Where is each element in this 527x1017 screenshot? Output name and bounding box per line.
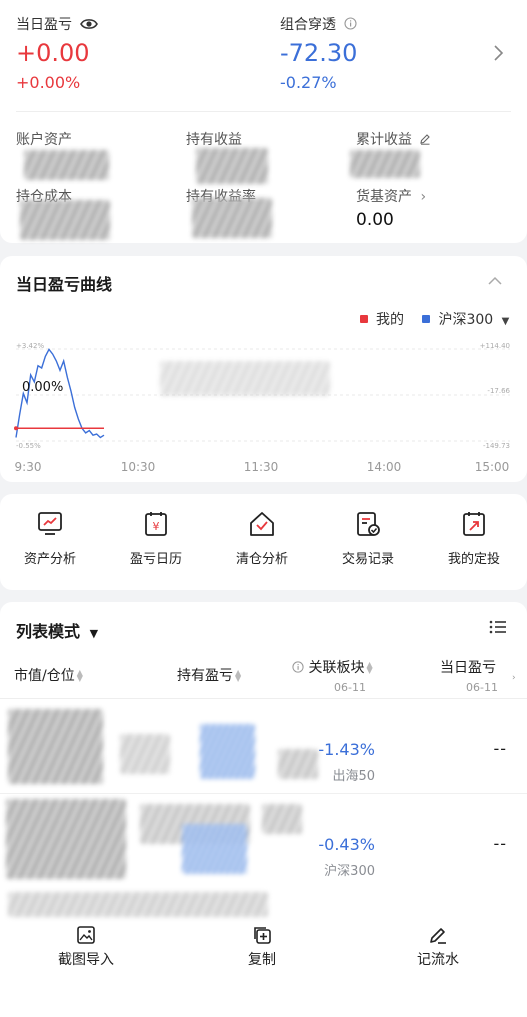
y-tick-right: -17.66 xyxy=(487,387,510,395)
col-today-pl[interactable]: 当日盈亏 › 06-11 xyxy=(440,657,516,694)
legend-swatch-mine xyxy=(360,315,368,323)
money-fund-label[interactable]: 货基资产 › xyxy=(356,186,426,206)
y-tick-right: +114.40 xyxy=(480,342,510,350)
sort-icon: ▲ ▼ xyxy=(366,660,373,675)
scroll-right-icon[interactable]: › xyxy=(512,673,516,683)
redacted-value xyxy=(120,734,170,774)
redacted-value xyxy=(24,150,109,180)
summary-card: 当日盈亏 +0.00 +0.00% 组合穿透 -72.30 -0.27% 账户资… xyxy=(0,0,527,243)
redacted-value xyxy=(20,200,110,240)
redacted-value xyxy=(196,148,268,184)
tool-label: 交易记录 xyxy=(341,552,394,567)
money-fund-value: 0.00 xyxy=(356,210,394,230)
tool-label: 盈亏日历 xyxy=(129,552,182,567)
tool-clearance-analysis[interactable]: 清仓分析 xyxy=(212,510,312,567)
info-icon[interactable] xyxy=(344,17,358,30)
redacted-value xyxy=(6,799,126,879)
divider xyxy=(16,111,511,112)
record-flow-button[interactable]: 记流水 xyxy=(378,925,498,969)
redacted-value xyxy=(350,150,420,178)
series-point-mine xyxy=(14,426,18,431)
redacted-value xyxy=(200,724,255,779)
today-pl-label: 当日盈亏 xyxy=(16,14,99,34)
list-settings-icon[interactable] xyxy=(489,620,507,634)
svg-text:¥: ¥ xyxy=(153,520,160,533)
sector-name: 沪深300 xyxy=(324,864,375,879)
today-pl-value: +0.00 xyxy=(16,39,90,67)
legend: 我的 沪深300 ▼ xyxy=(360,309,509,329)
tool-pl-calendar[interactable]: ¥ 盈亏日历 xyxy=(106,510,206,567)
y-tick-left: +3.42% xyxy=(16,342,44,350)
x-tick: 14:00 xyxy=(367,460,402,474)
table-row[interactable]: -1.43% 出海50 -- xyxy=(0,699,527,793)
tool-label: 资产分析 xyxy=(23,552,76,567)
chart-title: 当日盈亏曲线 xyxy=(16,275,113,294)
portfolio-value: -72.30 xyxy=(280,39,358,67)
col-market-value[interactable]: 市值/仓位 ▲ ▼ xyxy=(14,665,83,685)
legend-index-label[interactable]: 沪深300 xyxy=(438,312,493,328)
col-related-sector[interactable]: 关联板块 ▲ ▼ 06-11 xyxy=(292,657,373,694)
tool-my-investment-plan[interactable]: 我的定投 xyxy=(424,510,524,567)
sector-pct: -1.43% xyxy=(318,740,375,759)
pencil-icon xyxy=(430,928,446,944)
dropdown-caret-icon: ▼ xyxy=(89,627,99,640)
today-pl-pct: +0.00% xyxy=(16,73,81,92)
edit-icon[interactable] xyxy=(419,133,431,145)
x-tick: 10:30 xyxy=(121,460,156,474)
account-assets-label: 账户资产 xyxy=(16,132,72,148)
document-check-icon xyxy=(357,512,380,536)
y-tick-right: -149.73 xyxy=(483,442,510,450)
yen-calendar-icon: ¥ xyxy=(145,512,167,536)
sort-icon: ▲ ▼ xyxy=(235,668,242,683)
holding-income-label: 持有收益 xyxy=(186,132,242,148)
collapse-chevron-icon[interactable] xyxy=(488,276,502,285)
legend-swatch-index xyxy=(422,315,431,323)
x-tick: 15:00 xyxy=(475,460,510,474)
copy-button[interactable]: 复制 xyxy=(202,925,322,969)
dropdown-caret-icon[interactable]: ▼ xyxy=(502,316,510,327)
legend-mine-label: 我的 xyxy=(376,312,404,328)
list-mode-selector[interactable]: 列表模式 ▼ xyxy=(16,618,98,642)
col-holding-pl[interactable]: 持有盈亏 ▲ ▼ xyxy=(177,665,241,685)
redacted-value xyxy=(278,749,318,779)
col-today-date: 06-11 xyxy=(466,681,498,694)
x-tick: 9:30 xyxy=(15,460,42,474)
sort-icon: ▲ ▼ xyxy=(76,668,83,683)
col-sector-date: 06-11 xyxy=(334,681,366,694)
tools-card: 资产分析 ¥ 盈亏日历 清仓分析 交易记录 我的定投 xyxy=(0,494,527,590)
redacted-value xyxy=(192,198,272,238)
sector-pct: -0.43% xyxy=(318,835,375,854)
tool-label: 我的定投 xyxy=(447,552,500,567)
chevron-right-icon[interactable] xyxy=(492,44,504,62)
current-value-label: 0.00% xyxy=(22,380,64,395)
pl-curve-card: 当日盈亏曲线 我的 沪深300 ▼ +3.42% -0.55% +114.40 -17… xyxy=(0,256,527,482)
chart-monitor-icon xyxy=(38,512,62,535)
tool-label: 清仓分析 xyxy=(235,552,288,567)
y-tick-left: -0.55% xyxy=(16,442,41,450)
eye-icon[interactable] xyxy=(80,17,99,31)
tool-asset-analysis[interactable]: 资产分析 xyxy=(0,510,100,567)
info-icon xyxy=(292,661,304,673)
screenshot-import-button[interactable]: 截图导入 xyxy=(26,925,146,969)
house-check-icon xyxy=(250,512,274,536)
chevron-right-icon: › xyxy=(420,189,427,205)
redacted-value xyxy=(262,804,302,834)
copy-plus-icon xyxy=(254,927,271,944)
today-pl-cell: -- xyxy=(493,834,507,853)
today-pl-cell: -- xyxy=(493,739,507,758)
portfolio-pct: -0.27% xyxy=(280,73,337,92)
table-row[interactable]: -0.43% 沪深300 -- xyxy=(0,794,527,888)
redacted-value xyxy=(8,709,103,784)
redacted-value xyxy=(8,892,268,917)
portfolio-label[interactable]: 组合穿透 xyxy=(280,14,358,34)
redacted-value xyxy=(182,824,247,874)
image-import-icon xyxy=(77,926,95,944)
redacted-annotation xyxy=(160,361,330,396)
cumulative-income-label[interactable]: 累计收益 xyxy=(356,129,431,149)
calendar-arrow-icon xyxy=(463,512,485,536)
sector-name: 出海50 xyxy=(332,769,375,784)
tool-trade-records[interactable]: 交易记录 xyxy=(318,510,418,567)
x-tick: 11:30 xyxy=(244,460,279,474)
